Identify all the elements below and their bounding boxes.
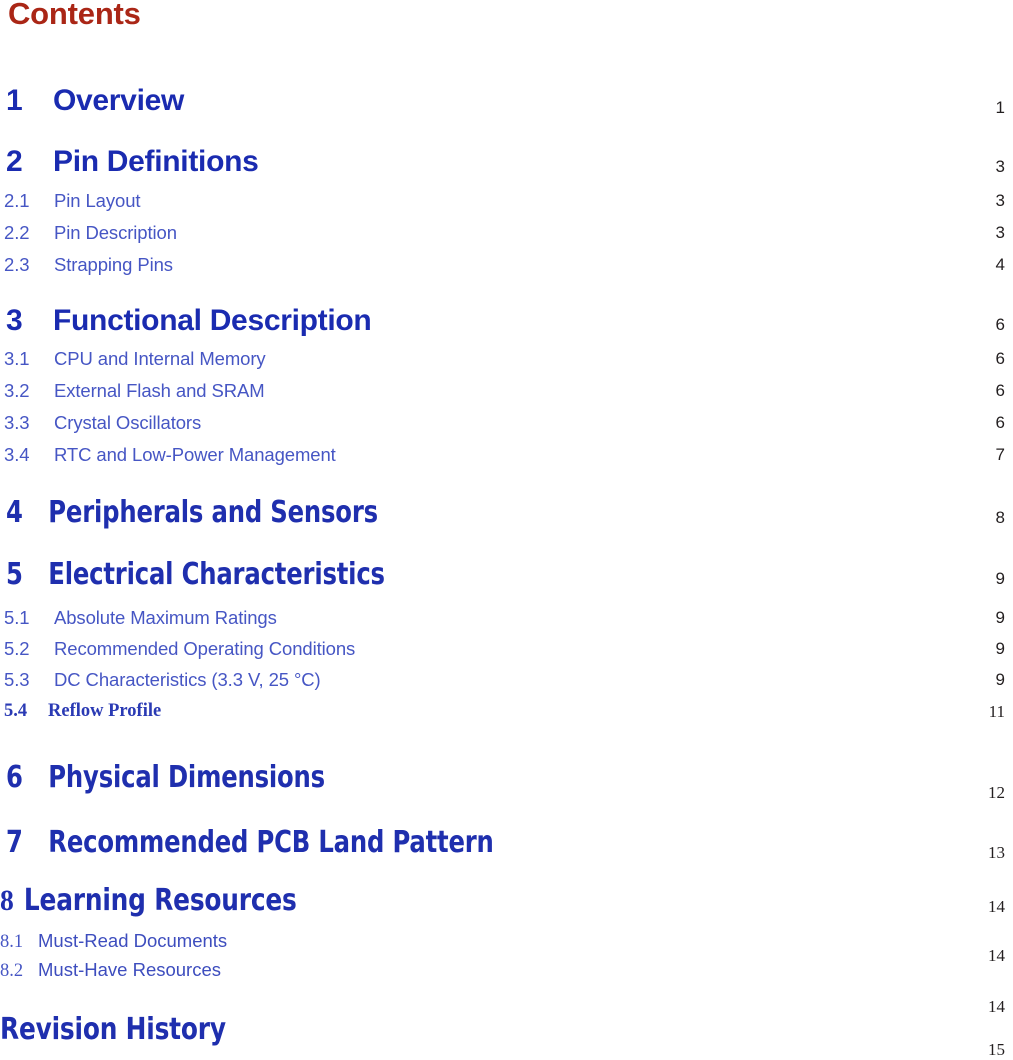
toc-entry-pin-description[interactable]: 2.2 Pin Description (4, 222, 177, 244)
toc-entry-label: Recommended PCB Land Pattern (48, 825, 494, 860)
toc-entry-crystal-oscillators[interactable]: 3.3 Crystal Oscillators (4, 412, 201, 434)
toc-entry-label: Pin Definitions (53, 145, 259, 178)
toc-entry-number: 8.2 (0, 961, 24, 981)
toc-entry-number: 3.3 (4, 412, 30, 433)
toc-entry-label: RTC and Low-Power Management (54, 444, 336, 465)
toc-entry-number: 2.3 (4, 254, 30, 275)
toc-entry-reflow-profile[interactable]: 5.4 Reflow Profile (4, 701, 161, 722)
toc-entry-cpu-internal-memory[interactable]: 3.1 CPU and Internal Memory (4, 348, 266, 370)
toc-entry-label: CPU and Internal Memory (54, 348, 266, 369)
page-title: Contents (8, 0, 141, 31)
toc-page-number: 9 (995, 569, 1005, 588)
toc-entry-label: Electrical Characteristics (48, 557, 385, 592)
toc-entry-number: 4 (6, 495, 23, 530)
toc-page-number: 15 (988, 1040, 1005, 1059)
toc-entry-number: 8 (0, 884, 14, 917)
toc-entry-recommended-pcb-land-pattern[interactable]: 7 Recommended PCB Land Pattern (6, 825, 494, 860)
toc-page-number: 3 (995, 157, 1005, 176)
toc-page-number: 4 (995, 255, 1005, 274)
toc-entry-number: 3.4 (4, 444, 30, 465)
toc-page-number: 6 (995, 381, 1005, 400)
toc-page-number: 1 (995, 98, 1005, 117)
toc-entry-label: Physical Dimensions (48, 760, 325, 795)
toc-entry-label: Crystal Oscillators (54, 412, 202, 433)
toc-entry-label: Peripherals and Sensors (48, 495, 378, 530)
toc-entry-external-flash-sram[interactable]: 3.2 External Flash and SRAM (4, 380, 265, 402)
toc-page-number: 9 (995, 639, 1005, 658)
toc-entry-label: Reflow Profile (48, 701, 162, 721)
table-of-contents: Contents 1 Overview 2 Pin Definitions 2.… (0, 0, 1013, 1060)
toc-page-number: 8 (995, 508, 1005, 527)
toc-entry-label: Overview (53, 84, 185, 117)
toc-page-number: 6 (995, 315, 1005, 334)
toc-page-number: 14 (988, 946, 1005, 965)
toc-page-number: 14 (988, 997, 1005, 1016)
toc-entry-number: 3.2 (4, 380, 30, 401)
toc-entry-peripherals-sensors[interactable]: 4 Peripherals and Sensors (6, 495, 378, 530)
toc-entry-pin-layout[interactable]: 2.1 Pin Layout (4, 190, 141, 212)
toc-entry-label: Revision History (0, 1012, 226, 1047)
toc-entry-functional-description[interactable]: 3 Functional Description (6, 304, 372, 338)
toc-page-number: 6 (995, 413, 1005, 432)
toc-entry-overview[interactable]: 1 Overview (6, 84, 184, 118)
toc-page-number: 12 (988, 783, 1005, 802)
toc-entry-rtc-low-power[interactable]: 3.4 RTC and Low-Power Management (4, 444, 336, 466)
toc-entry-learning-resources[interactable]: 8 Learning Resources (0, 883, 297, 918)
toc-entry-revision-history[interactable]: Revision History (0, 1012, 226, 1047)
toc-entry-number: 7 (6, 825, 23, 860)
toc-entry-label: External Flash and SRAM (54, 380, 265, 401)
toc-page-number: 14 (988, 897, 1005, 916)
toc-entry-label: Strapping Pins (54, 254, 173, 275)
toc-entry-number: 8.1 (0, 932, 24, 952)
toc-page-number: 7 (995, 445, 1005, 464)
toc-page-number: 6 (995, 349, 1005, 368)
toc-entry-pin-definitions[interactable]: 2 Pin Definitions (6, 145, 259, 179)
toc-entry-label: Absolute Maximum Ratings (54, 607, 277, 628)
toc-entry-label: Pin Layout (54, 190, 141, 211)
toc-entry-recommended-operating-conditions[interactable]: 5.2 Recommended Operating Conditions (4, 638, 355, 660)
toc-entry-number: 5 (6, 557, 23, 592)
toc-entry-label: Pin Description (54, 222, 177, 243)
toc-entry-electrical-characteristics[interactable]: 5 Electrical Characteristics (6, 557, 385, 592)
toc-page-number: 13 (988, 843, 1005, 862)
toc-entry-must-read-documents[interactable]: 8.1 Must-Read Documents (0, 930, 227, 953)
toc-page-number: 9 (995, 608, 1005, 627)
toc-entry-label: Learning Resources (23, 883, 297, 918)
toc-page-number: 3 (995, 223, 1005, 242)
toc-entry-number: 5.4 (4, 701, 28, 721)
toc-entry-label: Functional Description (53, 304, 372, 337)
toc-entry-number: 1 (6, 84, 23, 117)
toc-entry-label: Must-Read Documents (38, 930, 228, 951)
toc-entry-label: Must-Have Resources (38, 959, 222, 980)
toc-page-number: 3 (995, 191, 1005, 210)
toc-entry-number: 2 (6, 145, 23, 178)
toc-entry-number: 2.1 (4, 190, 30, 211)
toc-entry-absolute-maximum-ratings[interactable]: 5.1 Absolute Maximum Ratings (4, 607, 277, 629)
toc-entry-number: 3.1 (4, 348, 30, 369)
toc-entry-dc-characteristics[interactable]: 5.3 DC Characteristics (3.3 V, 25 °C) (4, 669, 321, 691)
toc-entry-must-have-resources[interactable]: 8.2 Must-Have Resources (0, 959, 221, 982)
toc-entry-number: 3 (6, 304, 23, 337)
toc-entry-physical-dimensions[interactable]: 6 Physical Dimensions (6, 760, 325, 795)
toc-entry-label: Recommended Operating Conditions (54, 638, 356, 659)
toc-entry-number: 5.2 (4, 638, 30, 659)
toc-entry-number: 5.3 (4, 669, 30, 690)
toc-entry-number: 2.2 (4, 222, 30, 243)
toc-page-number: 11 (988, 702, 1005, 721)
toc-entry-label: DC Characteristics (3.3 V, 25 °C) (54, 669, 321, 690)
toc-entry-number: 6 (6, 760, 23, 795)
toc-page-number: 9 (995, 670, 1005, 689)
toc-entry-strapping-pins[interactable]: 2.3 Strapping Pins (4, 254, 173, 276)
toc-entry-number: 5.1 (4, 607, 30, 628)
